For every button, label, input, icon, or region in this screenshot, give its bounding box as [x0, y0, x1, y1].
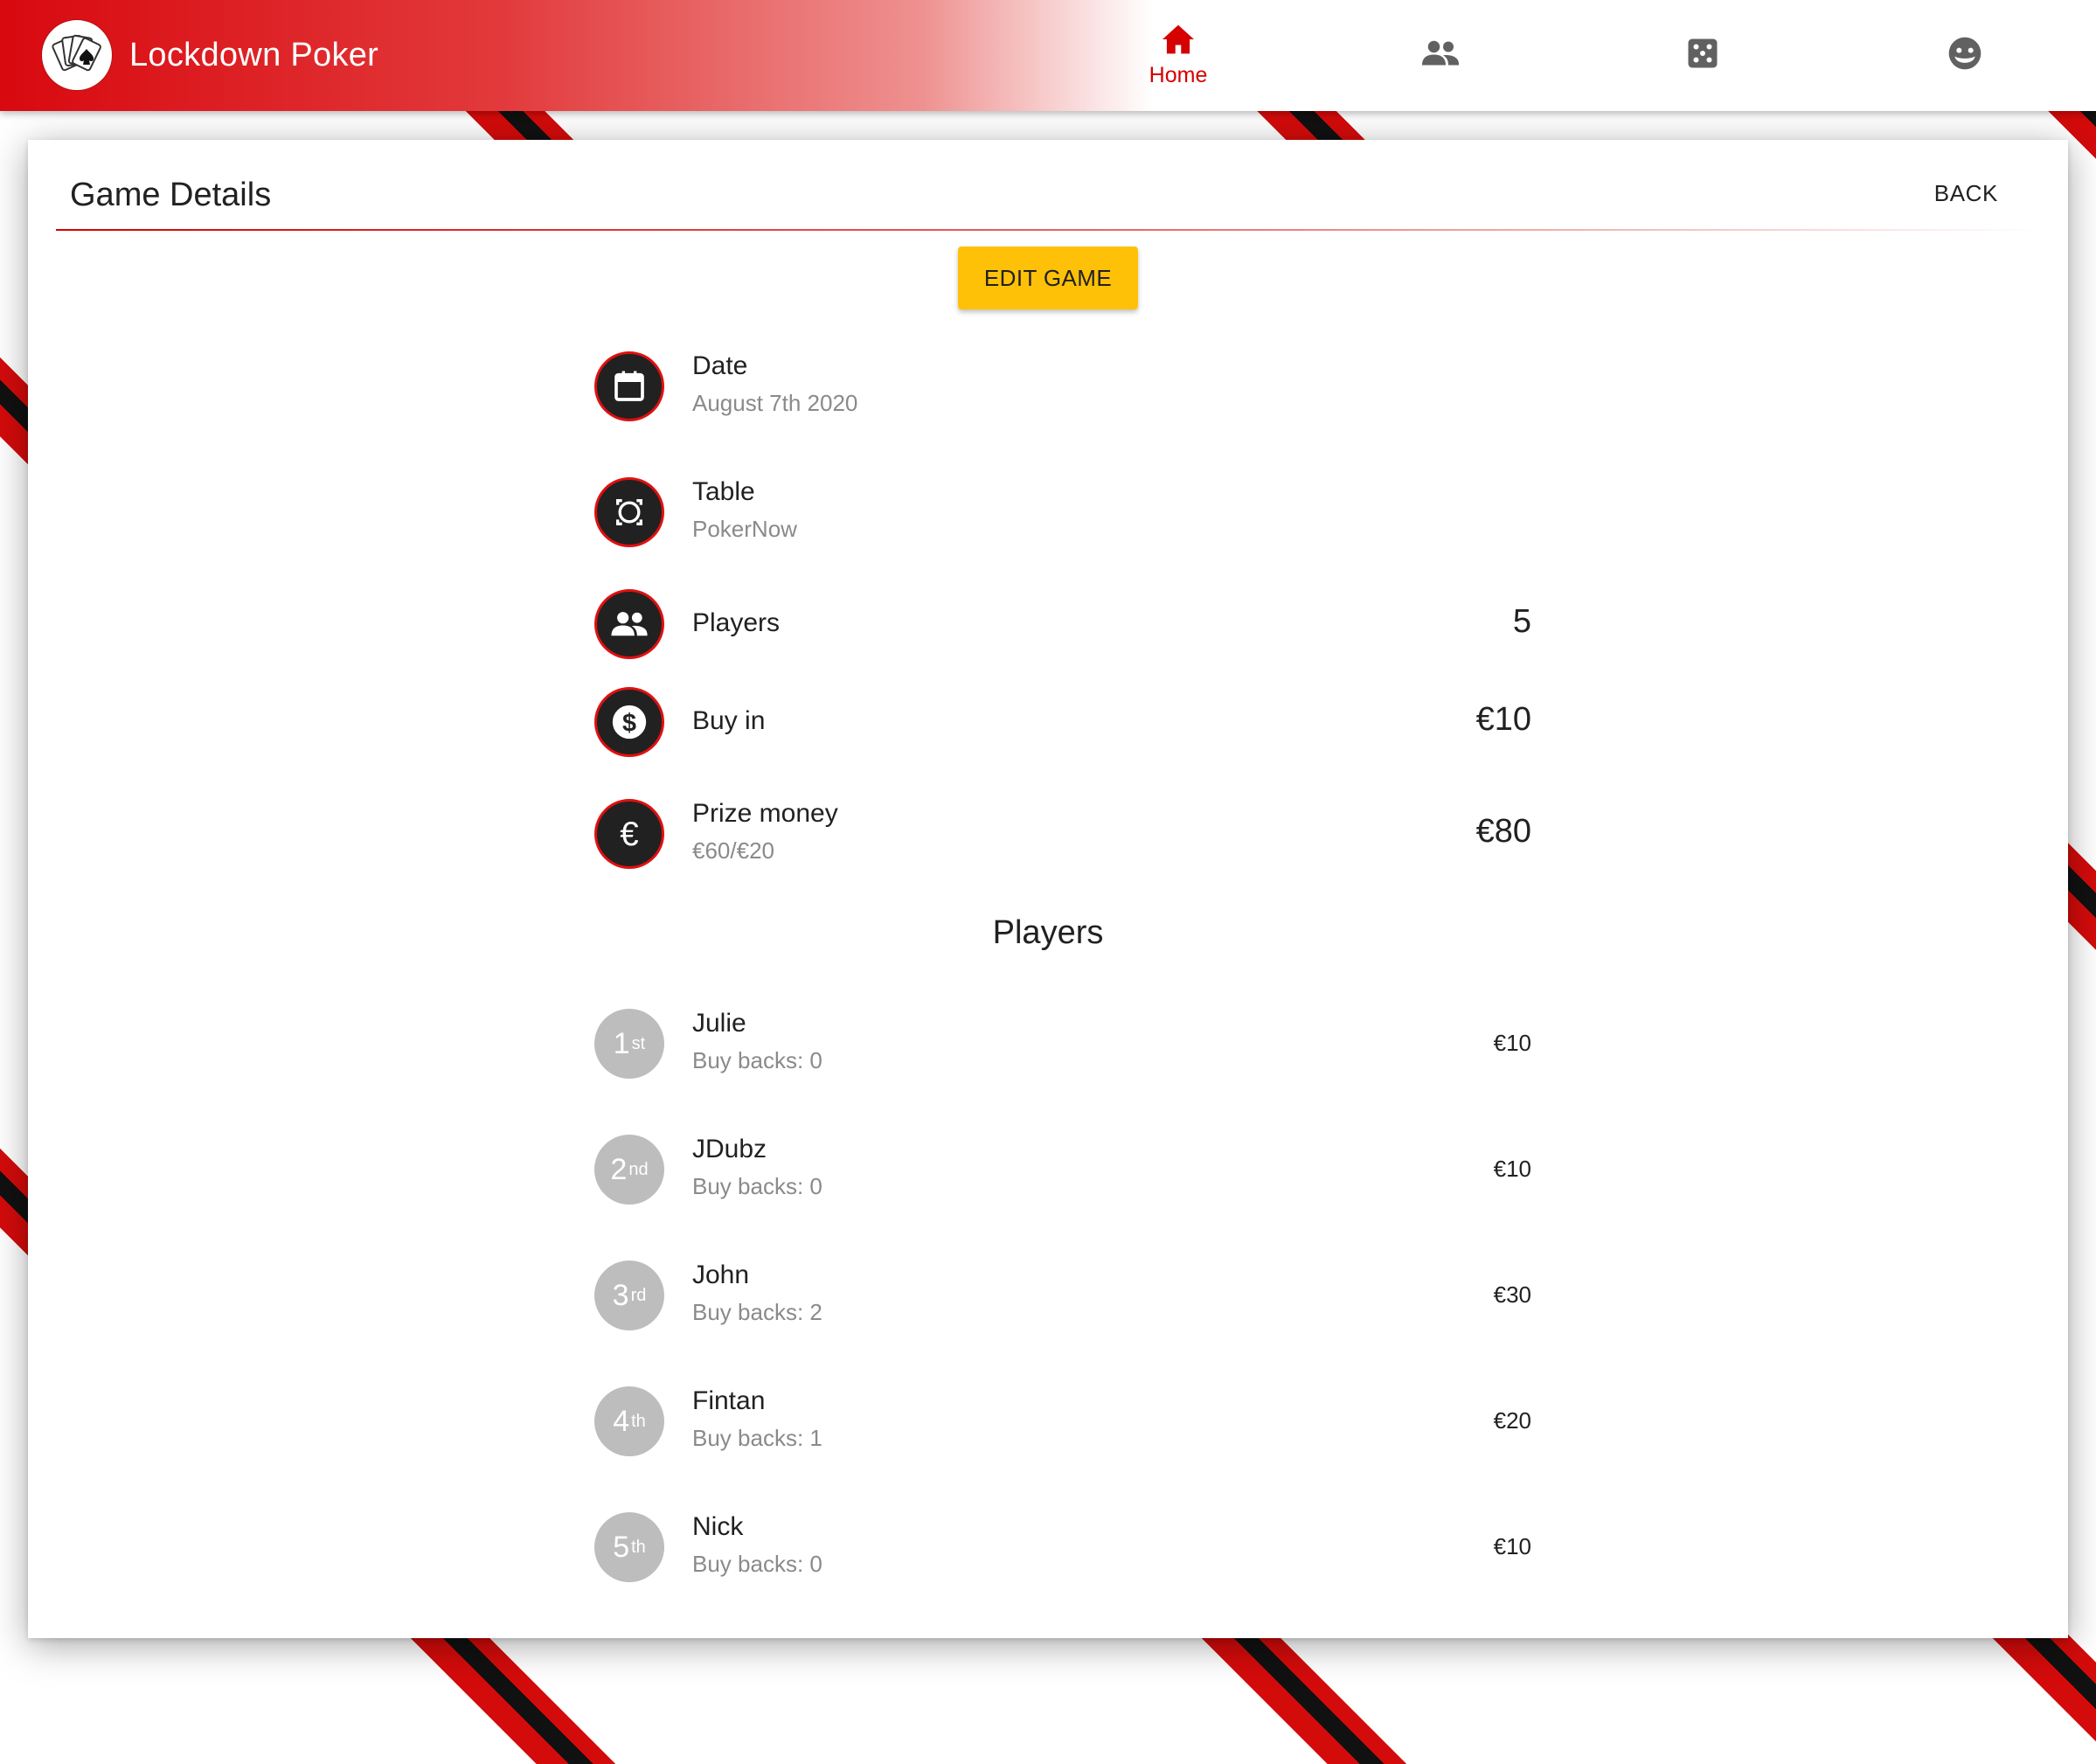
detail-buyin-title: Buy in [692, 706, 766, 735]
detail-row-table: Table PokerNow [594, 477, 1531, 551]
detail-buyin-value: €10 [1475, 701, 1531, 738]
player-name: Julie [692, 1009, 746, 1038]
playing-cards-logo-icon [42, 20, 112, 90]
dice-icon [1687, 38, 1718, 73]
player-name: John [692, 1260, 750, 1289]
face-icon [1947, 36, 1982, 75]
player-amount: €20 [1493, 1407, 1531, 1434]
detail-table-title: Table [692, 477, 755, 506]
nav-players[interactable] [1309, 0, 1572, 111]
app-title: Lockdown Poker [129, 36, 379, 73]
rank-suffix: nd [628, 1159, 649, 1179]
rank-badge: 2nd [594, 1135, 664, 1205]
detail-row-buyin: $ Buy in €10 [594, 687, 1531, 760]
nav-home-label: Home [1149, 62, 1208, 87]
detail-table-value: PokerNow [692, 516, 797, 542]
rank-suffix: rd [630, 1285, 647, 1305]
nav-games[interactable] [1572, 0, 1834, 111]
detail-date-title: Date [692, 351, 748, 380]
player-amount: €10 [1493, 1533, 1531, 1559]
svg-text:€: € [620, 816, 638, 853]
player-name: Fintan [692, 1386, 766, 1415]
player-row[interactable]: 4th Fintan Buy backs: 1 €20 [594, 1386, 1531, 1460]
detail-row-players: Players 5 [594, 589, 1531, 663]
nav-home[interactable]: Home [1047, 0, 1309, 111]
detail-players-value: 5 [1512, 603, 1531, 640]
player-amount: €30 [1493, 1281, 1531, 1308]
detail-row-prize: € Prize money €60/€20 €80 [594, 799, 1531, 872]
player-buybacks: Buy backs: 2 [692, 1299, 822, 1325]
player-buybacks: Buy backs: 0 [692, 1047, 822, 1073]
page-title: Game Details [70, 177, 272, 213]
app-bar: Lockdown Poker Home [0, 0, 2096, 111]
detail-date-value: August 7th 2020 [692, 390, 858, 416]
player-row[interactable]: 2nd JDubz Buy backs: 0 €10 [594, 1135, 1531, 1208]
home-icon [1161, 24, 1196, 59]
edit-game-button[interactable]: EDIT GAME [958, 247, 1138, 309]
player-buybacks: Buy backs: 0 [692, 1551, 822, 1577]
table-icon [594, 477, 664, 547]
player-row[interactable]: 1st Julie Buy backs: 0 €10 [594, 1009, 1531, 1082]
people-icon [1420, 40, 1461, 71]
detail-row-date: Date August 7th 2020 [594, 351, 1531, 425]
card-header: Game Details BACK [56, 173, 2040, 231]
player-row[interactable]: 5th Nick Buy backs: 0 €10 [594, 1512, 1531, 1586]
player-amount: €10 [1493, 1156, 1531, 1182]
player-buybacks: Buy backs: 0 [692, 1173, 822, 1199]
nav-profile[interactable] [1834, 0, 2096, 111]
detail-prize-value: €80 [1475, 813, 1531, 850]
calendar-icon [594, 351, 664, 421]
rank-suffix: th [631, 1411, 646, 1431]
back-button[interactable]: BACK [1934, 180, 1998, 207]
player-row[interactable]: 3rd John Buy backs: 2 €30 [594, 1260, 1531, 1334]
player-amount: €10 [1493, 1030, 1531, 1056]
rank-number: 1 [613, 1026, 630, 1060]
euro-icon: € [594, 799, 664, 869]
people-icon [594, 589, 664, 659]
detail-prize-title: Prize money [692, 799, 838, 828]
dollar-icon: $ [594, 687, 664, 757]
rank-badge: 3rd [594, 1260, 664, 1330]
rank-suffix: th [631, 1537, 646, 1557]
player-buybacks: Buy backs: 1 [692, 1425, 822, 1451]
detail-prize-split: €60/€20 [692, 837, 774, 864]
player-name: Nick [692, 1512, 744, 1541]
rank-suffix: st [631, 1033, 646, 1053]
rank-badge: 5th [594, 1512, 664, 1582]
svg-text:$: $ [622, 710, 636, 738]
rank-badge: 1st [594, 1009, 664, 1079]
players-section-title: Players [992, 914, 1104, 951]
player-name: JDubz [692, 1135, 767, 1163]
detail-players-title: Players [692, 608, 781, 637]
rank-number: 4 [613, 1404, 630, 1438]
rank-badge: 4th [594, 1386, 664, 1456]
rank-number: 2 [610, 1152, 628, 1186]
rank-number: 5 [613, 1530, 630, 1564]
rank-number: 3 [612, 1278, 629, 1312]
header-divider [56, 229, 2040, 231]
game-details-card: Game Details BACK EDIT GAME Date August … [28, 140, 2068, 1638]
brand[interactable]: Lockdown Poker [42, 19, 378, 91]
